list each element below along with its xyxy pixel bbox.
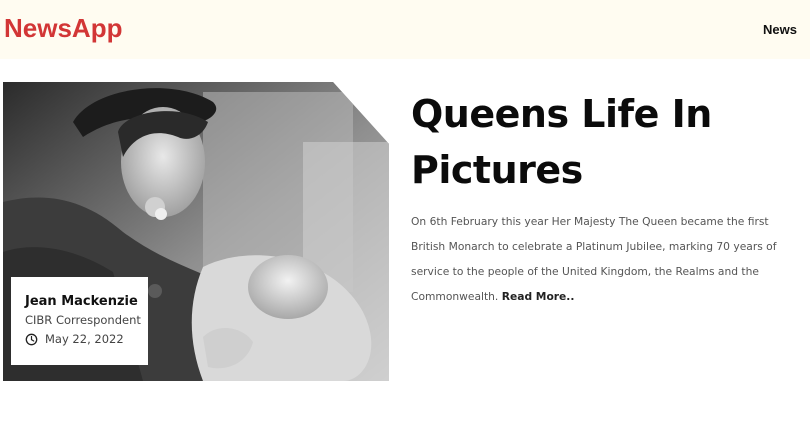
clock-icon <box>25 333 38 346</box>
author-role: CIBR Correspondent <box>25 313 141 327</box>
nav-link-news[interactable]: News <box>763 22 797 38</box>
top-header: NewsApp News <box>0 0 810 59</box>
article-summary-text: On 6th February this year Her Majesty Th… <box>411 215 777 303</box>
read-more-link[interactable]: Read More.. <box>502 290 575 303</box>
article-title: Queens Life In Pictures <box>411 92 712 192</box>
publish-date-row: May 22, 2022 <box>25 332 124 347</box>
publish-date: May 22, 2022 <box>45 332 124 346</box>
brand-logo[interactable]: NewsApp <box>4 12 122 44</box>
author-card: Jean Mackenzie CIBR Correspondent May 22… <box>11 277 148 365</box>
article-summary: On 6th February this year Her Majesty Th… <box>411 209 791 309</box>
author-name: Jean Mackenzie <box>25 294 138 309</box>
